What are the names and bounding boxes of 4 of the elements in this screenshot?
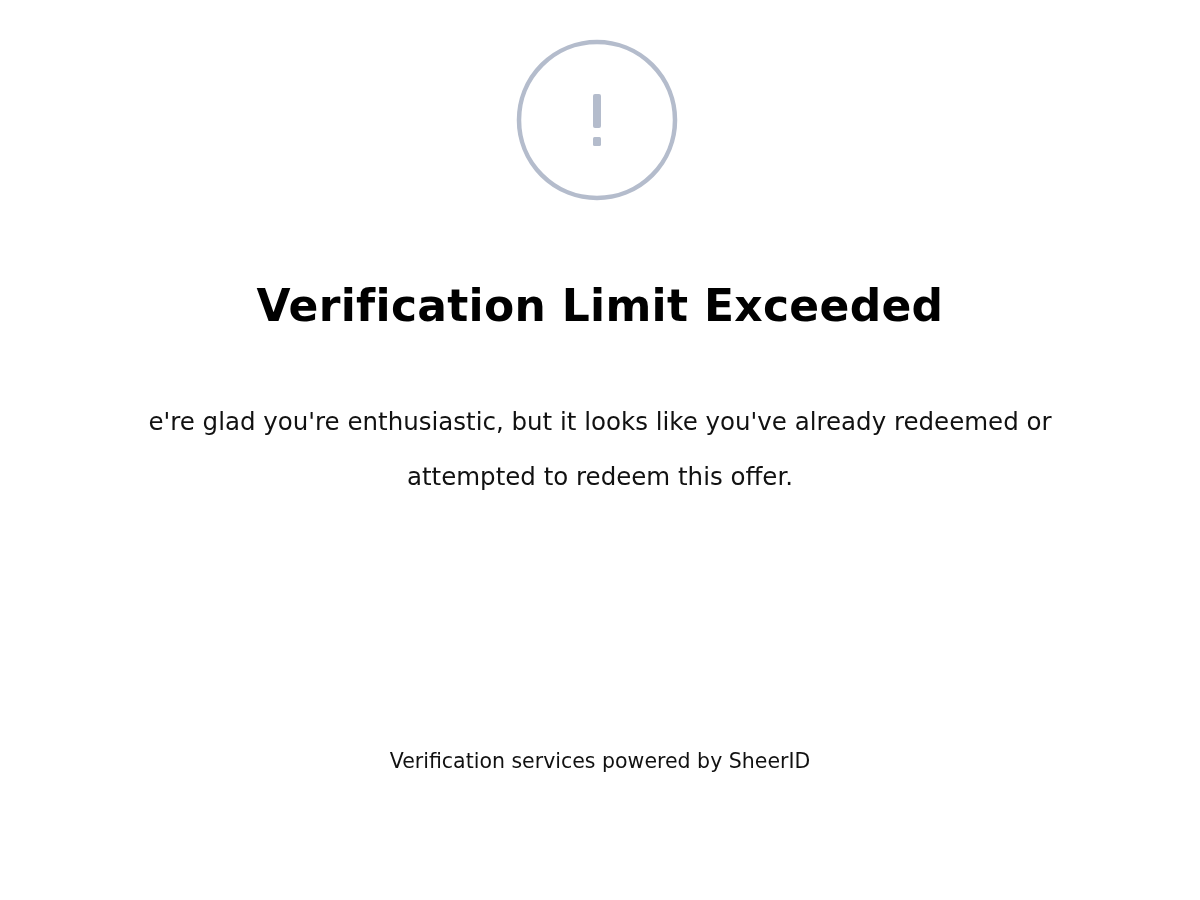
warning-icon — [516, 39, 678, 201]
footer-text: Verification services powered by SheerID — [389, 749, 811, 773]
page-title: Verification Limit Exceeded — [256, 279, 944, 333]
message-text: e're glad you're enthusiastic, but it looks like you've already redeemed or attempted to redeem this offer. — [148, 406, 1052, 493]
